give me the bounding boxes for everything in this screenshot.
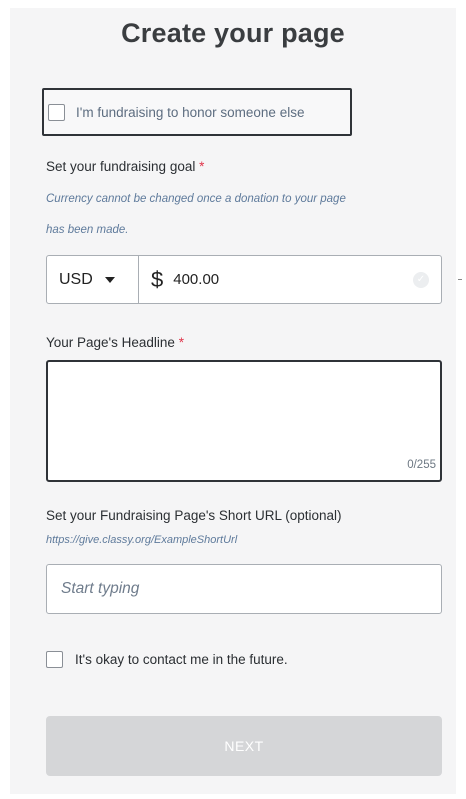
contact-checkbox-label: It's okay to contact me in the future.: [75, 652, 288, 667]
next-button[interactable]: NEXT: [46, 716, 442, 776]
short-url-input[interactable]: [46, 564, 442, 614]
honor-checkbox[interactable]: [48, 103, 65, 121]
headline-char-counter: 0/255: [407, 459, 436, 471]
currency-help-line-2: has been made.: [46, 224, 129, 236]
honor-checkbox-label: I'm fundraising to honor someone else: [76, 104, 305, 120]
headline-required-mark: *: [178, 335, 184, 350]
page-title: Create your page: [121, 18, 345, 48]
headline-label-text: Your Page's Headline: [46, 335, 175, 350]
caret-down-icon: [104, 276, 115, 283]
edge-mark: [458, 279, 462, 280]
currency-help-line-1: Currency cannot be changed once a donati…: [46, 193, 346, 205]
headline-label: Your Page's Headline *: [46, 335, 184, 350]
goal-amount-group: USD $ 400.00 ✓: [46, 255, 442, 304]
short-url-example: https://give.classy.org/ExampleShortUrl: [46, 534, 238, 546]
goal-amount-input[interactable]: 400.00: [173, 271, 219, 288]
goal-required-mark: *: [199, 159, 205, 174]
goal-label-text: Set your fundraising goal: [46, 159, 196, 174]
honor-someone-option[interactable]: I'm fundraising to honor someone else: [42, 88, 352, 136]
check-circle-icon: ✓: [413, 271, 429, 288]
short-url-label: Set your Fundraising Page's Short URL (o…: [46, 508, 342, 523]
contact-checkbox[interactable]: [46, 651, 63, 668]
contact-option[interactable]: It's okay to contact me in the future.: [46, 651, 288, 668]
currency-select[interactable]: USD: [47, 256, 139, 303]
currency-value: USD: [59, 270, 93, 288]
goal-label: Set your fundraising goal *: [46, 159, 204, 174]
currency-help-text: Currency cannot be changed once a donati…: [46, 184, 446, 246]
dollar-sign-icon: $: [151, 266, 164, 292]
